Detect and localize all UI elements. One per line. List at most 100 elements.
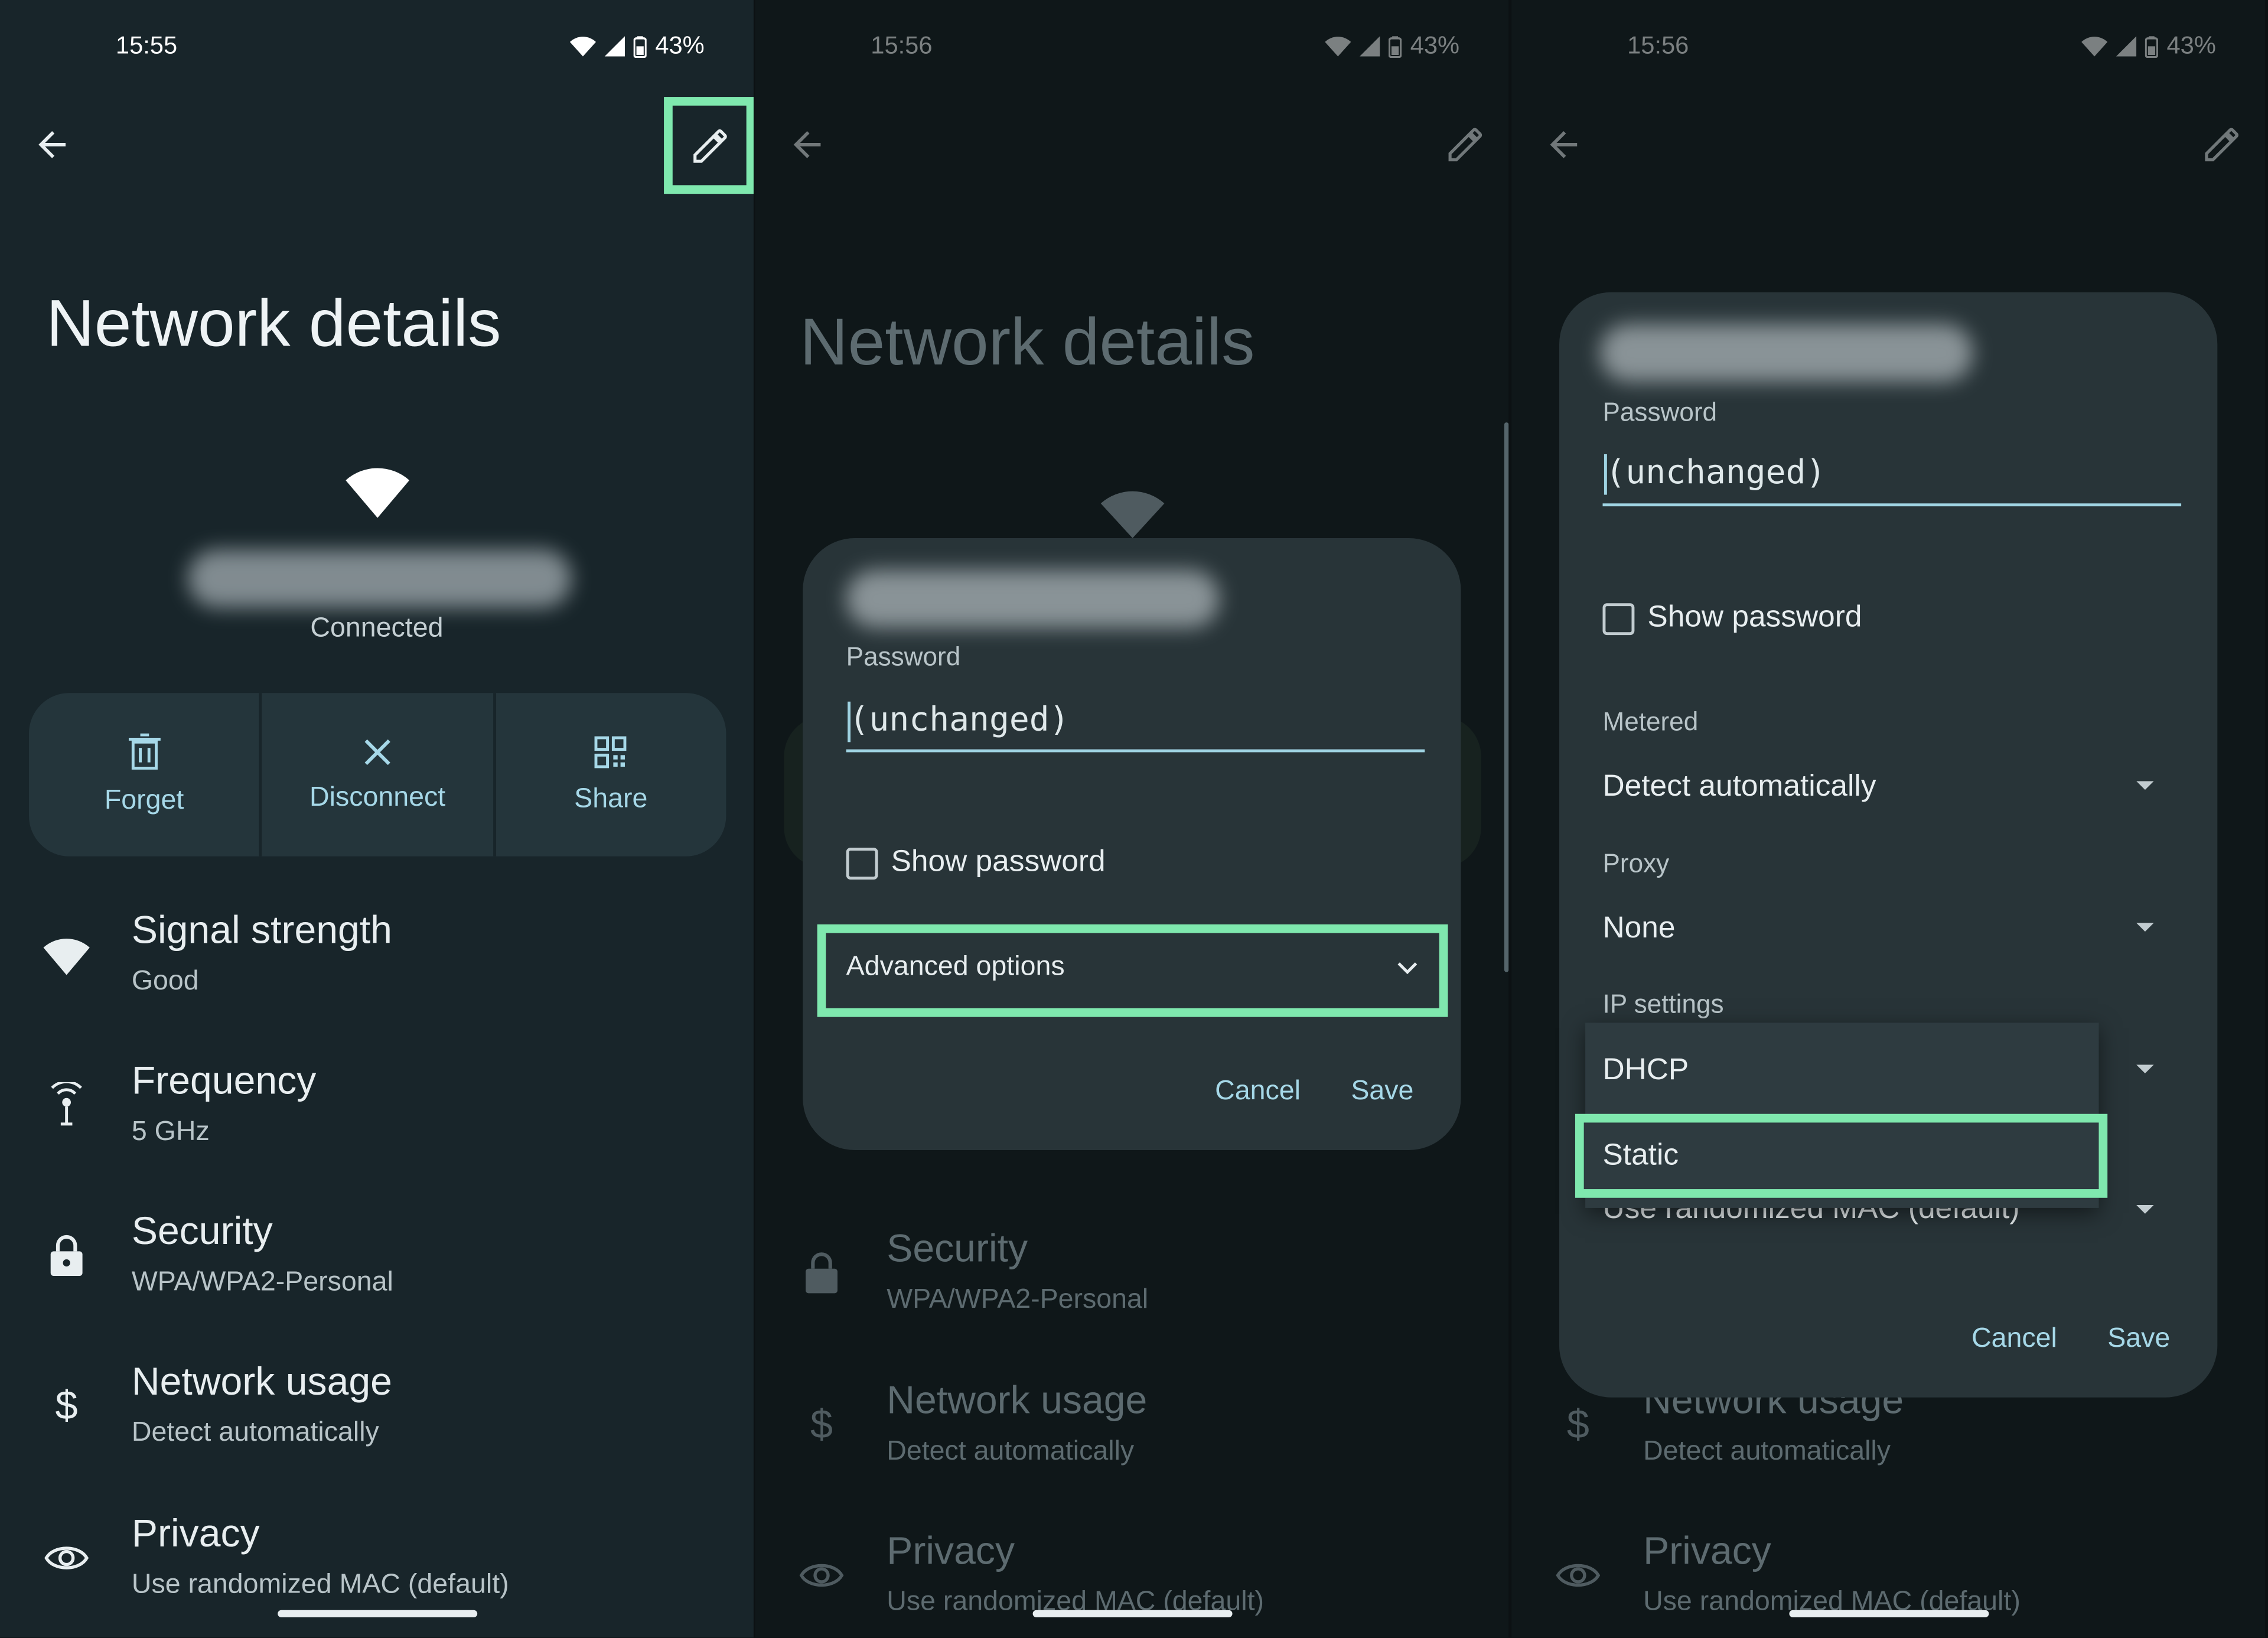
dollar-icon: $ — [1566, 1402, 1589, 1447]
privacy-title: Privacy — [887, 1529, 1015, 1573]
frequency-title: Frequency — [131, 1059, 317, 1103]
network-wifi-icon — [1100, 491, 1165, 539]
home-indicator[interactable] — [278, 1610, 478, 1617]
privacy-caret-icon — [2136, 1205, 2154, 1214]
network-usage-title: Network usage — [887, 1378, 1148, 1422]
dollar-icon: $ — [810, 1402, 833, 1447]
status-icons: 43% — [569, 31, 705, 61]
trash-icon — [128, 732, 160, 769]
ip-settings-label: IP settings — [1602, 989, 1724, 1019]
wifi-icon — [43, 939, 90, 975]
scrollbar[interactable] — [1504, 422, 1509, 972]
connection-status: Connected — [310, 613, 444, 644]
forget-button[interactable]: Forget — [29, 693, 263, 857]
metered-label: Metered — [1602, 707, 1699, 737]
ip-settings-caret-icon — [2136, 1064, 2154, 1074]
forget-label: Forget — [104, 784, 184, 816]
dialog-network-name-redacted — [1599, 324, 1973, 382]
disconnect-label: Disconnect — [309, 781, 446, 813]
battery-icon — [633, 35, 647, 57]
status-time: 15:56 — [1627, 31, 1689, 60]
password-label: Password — [846, 642, 961, 672]
cell-signal-icon — [2116, 36, 2137, 57]
panel-password-dialog: 15:56 43% Network details Security WPA/W… — [755, 0, 1509, 1638]
show-password-checkbox[interactable] — [846, 848, 878, 880]
privacy-title: Privacy — [1643, 1529, 1771, 1573]
battery-percent: 43% — [655, 31, 705, 60]
cancel-button[interactable]: Cancel — [1215, 1076, 1301, 1108]
wifi-status-icon — [569, 37, 596, 57]
back-arrow-icon[interactable] — [1543, 125, 1584, 165]
home-indicator[interactable] — [1789, 1610, 1989, 1617]
eye-icon — [799, 1564, 844, 1587]
password-input[interactable]: (unchanged) — [849, 702, 1070, 740]
password-label: Password — [1602, 398, 1718, 427]
antenna-icon — [51, 1082, 82, 1126]
edit-button[interactable] — [664, 97, 754, 194]
wifi-status-icon — [1325, 37, 1351, 57]
metered-caret-icon — [2136, 781, 2154, 790]
pencil-icon[interactable] — [2201, 125, 2242, 165]
detail-security: Security WPA/WPA2-Personal — [0, 1209, 754, 1339]
save-button[interactable]: Save — [2107, 1324, 2170, 1356]
network-usage-value: Detect automatically — [131, 1418, 379, 1448]
status-icons: 43% — [2081, 32, 2216, 61]
show-password-label: Show password — [1647, 600, 1862, 634]
battery-icon — [1388, 35, 1402, 57]
password-input[interactable]: (unchanged) — [1605, 454, 1826, 492]
chevron-down-icon — [1397, 962, 1418, 975]
ip-option-dhcp[interactable]: DHCP — [1602, 1053, 1689, 1088]
save-button[interactable]: Save — [1351, 1076, 1413, 1108]
page-title: Network details — [46, 285, 501, 360]
share-button[interactable]: Share — [496, 693, 726, 857]
detail-network-usage: $ Network usage Detect automatically — [1511, 1379, 2265, 1509]
dialog-network-name-redacted — [846, 569, 1220, 628]
action-bar: Forget Disconnect Share — [28, 693, 726, 857]
ip-option-static-highlight: Static — [1575, 1113, 2108, 1198]
panel-network-details: 15:55 43% Network details Connected Forg… — [0, 0, 754, 1638]
password-underline — [1602, 503, 2182, 507]
back-arrow-icon[interactable] — [32, 125, 73, 165]
detail-privacy: Privacy Use randomized MAC (default) — [0, 1512, 754, 1637]
show-password-checkbox[interactable] — [1602, 603, 1635, 636]
stage: 15:55 43% Network details Connected Forg… — [0, 0, 2268, 1638]
eye-icon — [44, 1546, 89, 1569]
network-usage-value: Detect automatically — [887, 1436, 1135, 1467]
status-time: 15:55 — [115, 31, 178, 60]
battery-icon — [2145, 35, 2158, 57]
cell-signal-icon — [604, 36, 625, 57]
security-value: WPA/WPA2-Personal — [131, 1267, 393, 1298]
proxy-dropdown[interactable]: None — [1602, 911, 1675, 946]
share-label: Share — [574, 783, 648, 814]
proxy-label: Proxy — [1602, 849, 1670, 878]
home-indicator[interactable] — [1032, 1610, 1233, 1617]
pencil-icon[interactable] — [1445, 125, 1486, 165]
security-value: WPA/WPA2-Personal — [887, 1284, 1149, 1315]
page-title: Network details — [800, 304, 1255, 379]
ip-option-static[interactable]: Static — [1602, 1138, 1679, 1173]
frequency-value: 5 GHz — [131, 1116, 210, 1148]
detail-network-usage: $ Network usage Detect automatically — [755, 1379, 1508, 1509]
metered-dropdown[interactable]: Detect automatically — [1602, 770, 1876, 805]
cancel-button[interactable]: Cancel — [1972, 1324, 2057, 1356]
show-password-label: Show password — [891, 845, 1106, 878]
qr-code-icon — [595, 735, 627, 768]
privacy-title: Privacy — [131, 1512, 260, 1555]
network-usage-title: Network usage — [131, 1360, 392, 1403]
panel-advanced-dialog: 15:56 43% $ Network usage Detect automat… — [1511, 0, 2266, 1638]
password-underline — [846, 749, 1425, 753]
disconnect-button[interactable]: Disconnect — [262, 693, 496, 857]
back-arrow-icon[interactable] — [787, 125, 827, 165]
network-name-redacted — [188, 549, 572, 608]
lock-icon — [806, 1252, 838, 1294]
cell-signal-icon — [1359, 36, 1380, 57]
detail-privacy: Privacy Use randomized MAC (default) — [755, 1529, 1508, 1638]
dollar-icon: $ — [55, 1383, 78, 1428]
detail-frequency: Frequency 5 GHz — [0, 1059, 754, 1189]
network-wifi-icon — [346, 468, 410, 518]
wifi-status-icon — [2081, 37, 2108, 57]
wifi-advanced-dialog: Password (unchanged) Show password Meter… — [1559, 292, 2218, 1398]
detail-security: Security WPA/WPA2-Personal — [755, 1227, 1508, 1357]
advanced-options-toggle[interactable]: Advanced options — [846, 952, 1065, 984]
detail-signal-strength: Signal strength Good — [0, 908, 754, 1038]
